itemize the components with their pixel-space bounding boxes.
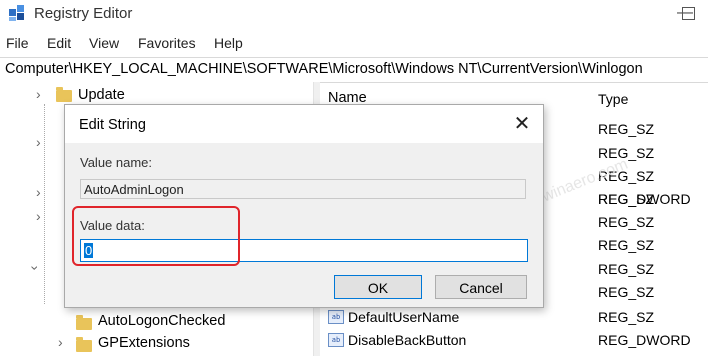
chevron-right-icon[interactable]: › <box>36 184 41 200</box>
type-cell: REG_DWORD <box>598 332 691 348</box>
folder-icon <box>56 87 72 102</box>
chevron-right-icon[interactable]: › <box>36 134 41 150</box>
list-item-name[interactable]: DefaultUserName <box>348 309 459 325</box>
type-cell: REG_DWORD <box>598 191 691 207</box>
column-header-type[interactable]: Type <box>598 91 628 107</box>
chevron-right-icon[interactable]: › <box>36 86 41 102</box>
type-cell: REG_SZ <box>598 145 655 161</box>
ok-button[interactable]: OK <box>334 275 422 299</box>
type-cell: REG_SZ <box>598 214 655 230</box>
chevron-right-icon[interactable]: › <box>36 208 41 224</box>
menu-favorites[interactable]: Favorites <box>138 35 196 51</box>
value-name-label: Value name: <box>80 155 153 170</box>
binary-value-icon: ab <box>328 333 344 347</box>
type-cell: REG_SZ <box>598 237 655 253</box>
string-value-icon: ab <box>328 310 344 324</box>
tree-guide-line <box>44 104 45 304</box>
type-cell: REG_SZ <box>598 309 655 325</box>
close-icon[interactable]: ✕ <box>509 111 535 137</box>
type-cell: REG_SZ <box>598 261 655 277</box>
chevron-down-icon[interactable]: › <box>27 266 43 271</box>
highlight-annotation <box>72 206 240 266</box>
menu-help[interactable]: Help <box>214 35 243 51</box>
dialog-title: Edit String <box>79 117 146 133</box>
menu-view[interactable]: View <box>89 35 119 51</box>
maximize-icon <box>682 7 695 20</box>
type-cell: REG_SZ <box>598 121 655 137</box>
menu-file[interactable]: File <box>6 35 29 51</box>
value-name-field: AutoAdminLogon <box>80 179 526 199</box>
address-bar[interactable]: Computer\HKEY_LOCAL_MACHINE\SOFTWARE\Mic… <box>0 57 708 83</box>
window-title: Registry Editor <box>34 5 133 22</box>
type-cell: REG_SZ <box>598 284 655 300</box>
registry-editor-icon <box>9 5 24 21</box>
title-bar: Registry Editor — <box>0 0 708 30</box>
tree-item-gpextensions[interactable]: GPExtensions <box>98 335 190 351</box>
maximize-button[interactable] <box>682 2 708 24</box>
folder-icon <box>76 337 92 352</box>
menu-edit[interactable]: Edit <box>47 35 71 51</box>
list-item-name[interactable]: DisableBackButton <box>348 332 466 348</box>
tree-item-autologonchecked[interactable]: AutoLogonChecked <box>98 313 225 329</box>
chevron-right-icon[interactable]: › <box>58 334 63 350</box>
menu-bar: File Edit View Favorites Help <box>0 30 708 56</box>
address-path: Computer\HKEY_LOCAL_MACHINE\SOFTWARE\Mic… <box>5 61 643 77</box>
tree-item-update[interactable]: Update <box>78 87 125 103</box>
folder-icon <box>76 315 92 330</box>
cancel-button[interactable]: Cancel <box>435 275 527 299</box>
